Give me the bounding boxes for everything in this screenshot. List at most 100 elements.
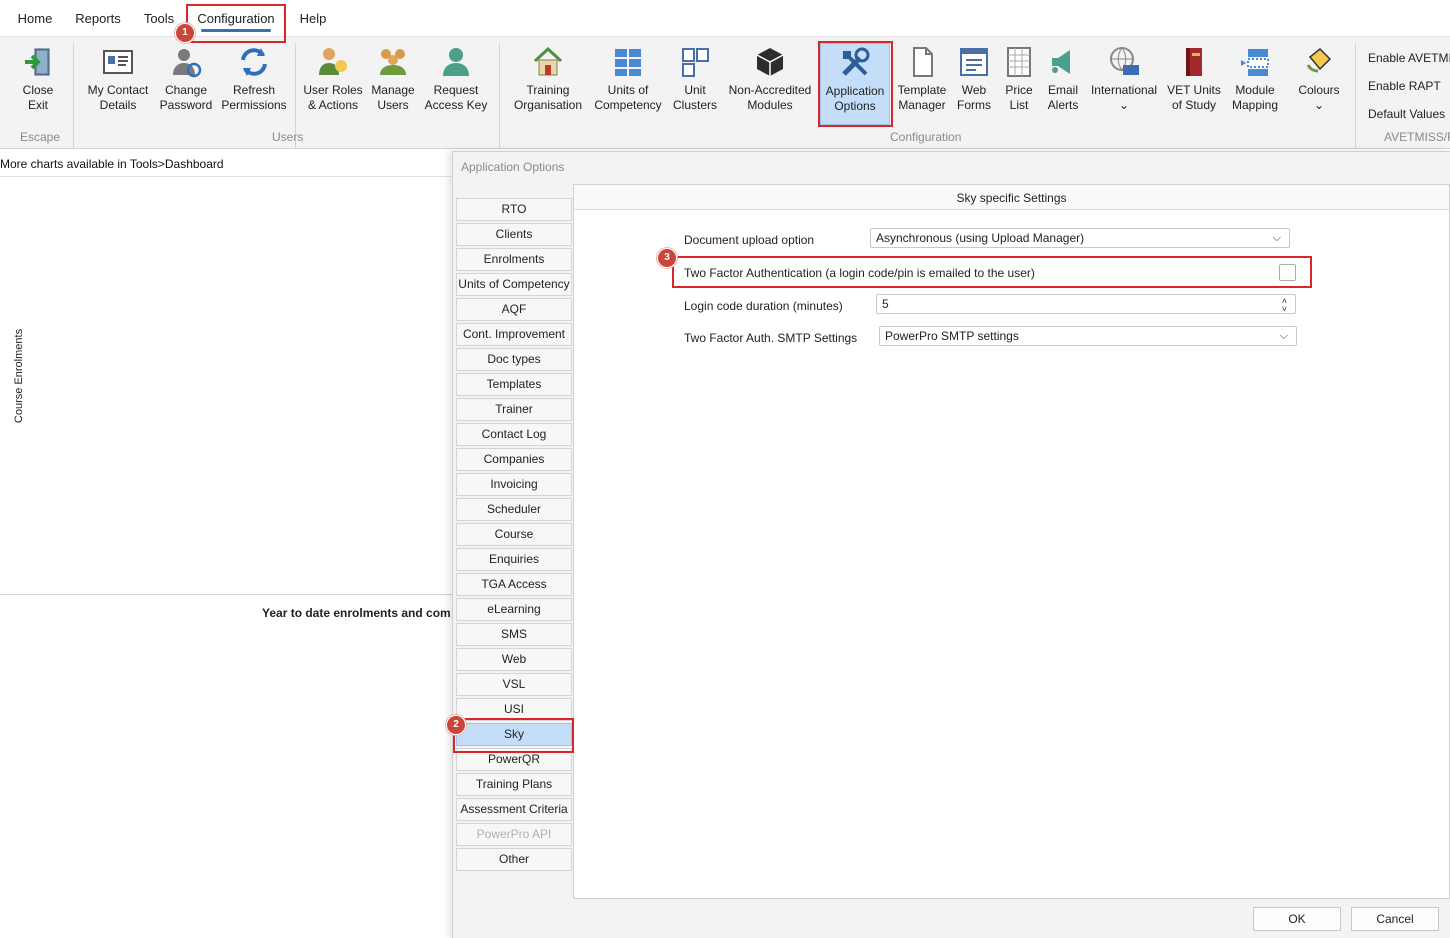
- change-password-button[interactable]: Change Password: [158, 45, 214, 127]
- change-password-label: Change Password: [159, 83, 213, 112]
- tab-clients[interactable]: Clients: [456, 223, 572, 246]
- step-badge-3: 3: [657, 248, 677, 268]
- tab-vsl[interactable]: VSL: [456, 673, 572, 696]
- upload-option-value: Asynchronous (using Upload Manager): [876, 231, 1085, 245]
- colours-label: Colours: [1298, 83, 1340, 97]
- tab-course[interactable]: Course: [456, 523, 572, 546]
- request-access-key-button[interactable]: Request Access Key: [424, 45, 488, 127]
- module-mapping-label: Module Mapping: [1231, 83, 1279, 112]
- panel-title: Sky specific Settings: [574, 185, 1449, 210]
- price-list-label: Price List: [1005, 83, 1033, 112]
- request-access-key-label: Request Access Key: [424, 83, 488, 112]
- upload-option-label: Document upload option: [684, 233, 815, 247]
- user-refresh-icon: [173, 49, 202, 78]
- grid-blocks-icon: [615, 49, 641, 76]
- tab-sms[interactable]: SMS: [456, 623, 572, 646]
- upload-option-select[interactable]: Asynchronous (using Upload Manager) ⌵: [870, 228, 1290, 248]
- vet-units-label: VET Units of Study: [1167, 83, 1221, 112]
- refresh-permissions-button[interactable]: Refresh Permissions: [220, 45, 288, 127]
- web-forms-label: Web Forms: [957, 83, 991, 112]
- training-organisation-button[interactable]: Training Organisation: [510, 45, 586, 127]
- tab-companies[interactable]: Companies: [456, 448, 572, 471]
- ok-button[interactable]: OK: [1253, 907, 1341, 931]
- tab-invoicing[interactable]: Invoicing: [456, 473, 572, 496]
- tab-home[interactable]: Home: [10, 0, 60, 36]
- tab-assessment-criteria[interactable]: Assessment Criteria: [456, 798, 572, 821]
- vet-units-of-study-button[interactable]: VET Units of Study: [1166, 45, 1222, 127]
- tab-doc-types[interactable]: Doc types: [456, 348, 572, 371]
- group-label-avetmiss: AVETMISS/R: [1384, 130, 1450, 144]
- tab-powerpro-api[interactable]: PowerPro API: [456, 823, 572, 846]
- tab-elearning[interactable]: eLearning: [456, 598, 572, 621]
- highlight-sky-tab: [453, 718, 574, 753]
- unit-clusters-label: Unit Clusters: [672, 83, 717, 112]
- default-values-button[interactable]: Default Values: [1368, 107, 1445, 121]
- step-badge-1: 1: [175, 23, 195, 43]
- users-group-icon: [380, 49, 406, 75]
- chevron-down-icon: ⌵: [1279, 330, 1288, 342]
- chevron-down-icon: ⌵: [1272, 232, 1281, 244]
- house-icon: [533, 46, 563, 76]
- international-button[interactable]: International ⌄: [1088, 45, 1160, 127]
- unit-clusters-button[interactable]: Unit Clusters: [670, 45, 720, 127]
- smtp-settings-select[interactable]: PowerPro SMTP settings ⌵: [879, 326, 1297, 346]
- tab-other[interactable]: Other: [456, 848, 572, 871]
- price-list-button[interactable]: Price List: [998, 45, 1040, 127]
- units-of-competency-button[interactable]: Units of Competency: [590, 45, 666, 127]
- tab-aqf[interactable]: AQF: [456, 298, 572, 321]
- non-accredited-modules-button[interactable]: Non-Accredited Modules: [724, 45, 816, 127]
- manage-users-button[interactable]: Manage Users: [368, 45, 418, 127]
- spreadsheet-icon: [1007, 47, 1031, 77]
- tab-web[interactable]: Web: [456, 648, 572, 671]
- globe-abc-icon: [1110, 47, 1139, 75]
- sky-settings-panel: Sky specific Settings Document upload op…: [573, 184, 1450, 899]
- tab-help[interactable]: Help: [292, 0, 334, 36]
- colours-chevron-icon: ⌄: [1313, 98, 1325, 112]
- manage-users-label: Manage Users: [371, 83, 415, 112]
- document-icon: [913, 47, 933, 77]
- contact-card-icon: [103, 50, 133, 74]
- tab-cont-improvement[interactable]: Cont. Improvement: [456, 323, 572, 346]
- tab-enrolments[interactable]: Enrolments: [456, 248, 572, 271]
- tab-units-of-competency[interactable]: Units of Competency: [456, 273, 572, 296]
- web-forms-button[interactable]: Web Forms: [954, 45, 994, 127]
- tab-tga-access[interactable]: TGA Access: [456, 573, 572, 596]
- tab-templates[interactable]: Templates: [456, 373, 572, 396]
- user-roles-label: User Roles & Actions: [303, 83, 363, 112]
- enable-avetmiss-button[interactable]: Enable AVETMIS: [1368, 51, 1450, 65]
- enable-rapt-button[interactable]: Enable RAPT: [1368, 79, 1441, 93]
- ribbon: Close Exit Escape My Contact Details Cha…: [0, 36, 1450, 149]
- module-mapping-button[interactable]: Module Mapping: [1226, 45, 1284, 127]
- book-icon: [1186, 48, 1202, 76]
- colours-button[interactable]: Colours ⌄: [1292, 45, 1346, 127]
- tab-enquiries[interactable]: Enquiries: [456, 548, 572, 571]
- app-window: Home Reports Tools Configuration Help Cl…: [0, 0, 1450, 938]
- dashboard-info-text: More charts available in Tools>Dashboard: [0, 157, 224, 171]
- divider: [0, 176, 452, 177]
- tab-training-plans[interactable]: Training Plans: [456, 773, 572, 796]
- paint-bucket-icon: [1306, 47, 1332, 73]
- tab-reports[interactable]: Reports: [70, 0, 126, 36]
- email-alerts-button[interactable]: Email Alerts: [1042, 45, 1084, 127]
- spinner-arrows-icon[interactable]: ˄ ˅: [1282, 297, 1287, 314]
- dialog-title: Application Options: [461, 160, 565, 174]
- refresh-permissions-label: Refresh Permissions: [221, 83, 287, 112]
- tab-rto[interactable]: RTO: [456, 198, 572, 221]
- my-contact-details-button[interactable]: My Contact Details: [84, 45, 152, 127]
- exit-door-icon: [25, 48, 50, 76]
- user-roles-icon: [319, 48, 347, 75]
- close-exit-button[interactable]: Close Exit: [8, 45, 68, 127]
- tab-trainer[interactable]: Trainer: [456, 398, 572, 421]
- user-icon: [443, 48, 469, 76]
- tab-scheduler[interactable]: Scheduler: [456, 498, 572, 521]
- login-duration-spinner[interactable]: 5 ˄ ˅: [876, 294, 1296, 314]
- user-roles-button[interactable]: User Roles & Actions: [302, 45, 364, 127]
- clusters-icon: [682, 48, 709, 77]
- highlight-application-options: [818, 41, 893, 127]
- highlight-configuration-tab: [186, 4, 286, 43]
- template-manager-button[interactable]: Template Manager: [894, 45, 950, 127]
- chart-y-axis-label: Course Enrolments: [13, 328, 26, 424]
- tab-contact-log[interactable]: Contact Log: [456, 423, 572, 446]
- login-duration-label: Login code duration (minutes): [684, 299, 843, 313]
- cancel-button[interactable]: Cancel: [1351, 907, 1439, 931]
